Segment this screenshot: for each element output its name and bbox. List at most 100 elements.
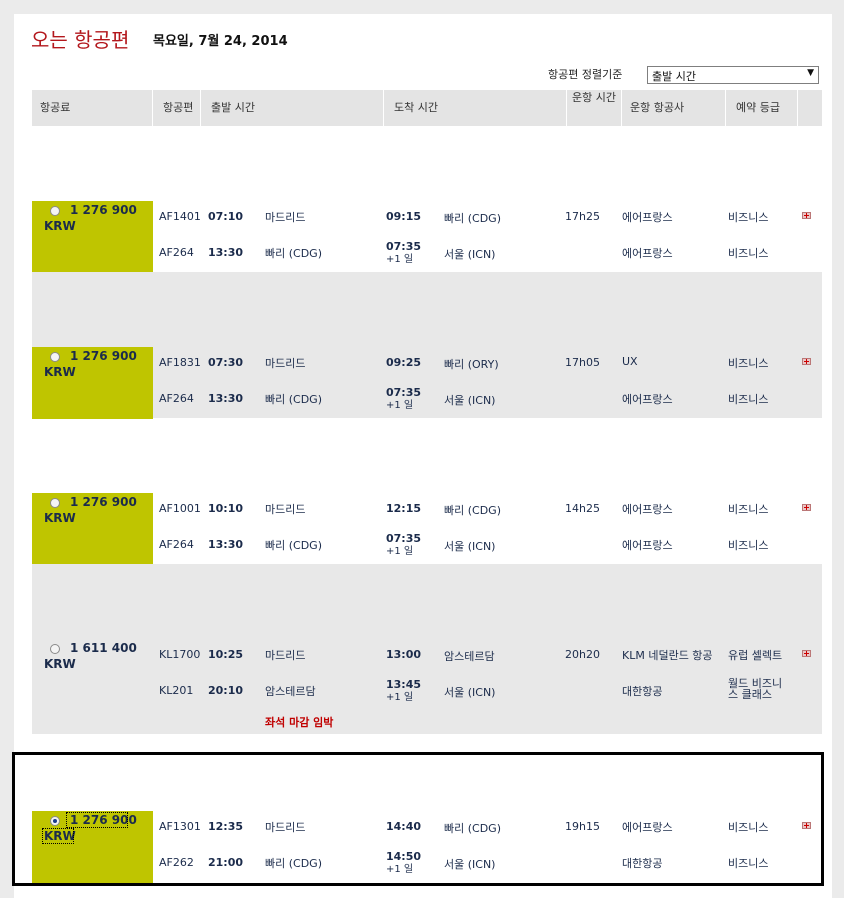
flight-number[interactable]: KL201 (159, 684, 193, 697)
booking-class: 비즈니스 (728, 539, 769, 552)
selected-option-frame (12, 752, 824, 886)
expand-details-icon[interactable] (802, 212, 811, 219)
fare-price[interactable]: 1 276 900 (70, 348, 137, 364)
arrival-time: 09:15 (386, 210, 422, 223)
arrival-time: 12:15 (386, 502, 422, 515)
departure-city: 마드리드 (265, 503, 306, 516)
booking-class: 유럽 셀렉트 (728, 649, 783, 662)
departure-time: 10:10 (208, 502, 244, 515)
header-airline[interactable]: 운항 항공사 (622, 90, 726, 126)
flight-number[interactable]: AF1831 (159, 356, 201, 369)
arrival-city: 빠리 (ORY) (444, 358, 499, 371)
flight-option: 1 611 400 KRW KL1700 10:25 마드리드 13:00 암스테르담 20h… (32, 564, 822, 734)
arrival-day-offset: +1 일 (386, 692, 414, 703)
flight-option: 1 276 900 KRW AF1831 07:30 마드리드 09:25 빠리 (ORY)… (32, 272, 822, 419)
fare-price[interactable]: 1 611 400 (70, 640, 137, 656)
operating-airline: UX (622, 355, 638, 368)
departure-city: 마드리드 (265, 649, 306, 662)
arrival-time: 07:35 (386, 386, 422, 399)
sort-select[interactable]: 출발 시간 ▼ (647, 66, 819, 84)
fare-radio[interactable] (50, 206, 60, 216)
arrival-day-offset: +1 일 (386, 400, 414, 411)
fare-price[interactable]: 1 276 900 (70, 202, 137, 218)
operating-airline: 에어프랑스 (622, 539, 673, 552)
flight-option: 1 276 900 KRW AF1001 10:10 마드리드 12:15 빠리 (CDG)… (32, 418, 822, 565)
departure-time: 13:30 (208, 392, 244, 405)
sort-select-value: 출발 시간 (652, 70, 696, 83)
operating-airline: 에어프랑스 (622, 503, 673, 516)
sort-label: 항공편 정렬기준 (548, 68, 623, 81)
departure-city: 빠리 (CDG) (265, 247, 322, 260)
fare-radio[interactable] (50, 352, 60, 362)
fare-radio[interactable] (50, 498, 60, 508)
arrival-time: 13:00 (386, 648, 422, 661)
operating-airline: 대한항공 (622, 685, 663, 698)
arrival-city: 서울 (ICN) (444, 540, 496, 553)
arrival-day-offset: +1 일 (386, 546, 414, 557)
header-duration[interactable]: 운항 시간 (567, 90, 622, 126)
departure-time: 07:10 (208, 210, 244, 223)
operating-airline: 에어프랑스 (622, 393, 673, 406)
seat-warning: 좌석 마감 임박 (265, 716, 334, 729)
fare-currency: KRW (44, 511, 76, 525)
flight-duration: 20h20 (565, 648, 600, 661)
arrival-city: 서울 (ICN) (444, 394, 496, 407)
results-header: 항공료 항공편 출발 시간 도착 시간 운항 시간 운항 항공사 예약 등급 (32, 90, 822, 126)
booking-class: 비즈니스 (728, 393, 769, 406)
departure-time: 07:30 (208, 356, 244, 369)
expand-details-icon[interactable] (802, 504, 811, 511)
fare-currency: KRW (44, 219, 76, 233)
booking-class: 비즈니스 (728, 211, 769, 224)
departure-city: 마드리드 (265, 211, 306, 224)
arrival-time: 07:35 (386, 532, 422, 545)
header-flight[interactable]: 항공편 (153, 90, 201, 126)
arrival-city: 빠리 (CDG) (444, 504, 501, 517)
flight-number[interactable]: AF264 (159, 392, 194, 405)
travel-date: 목요일, 7월 24, 2014 (153, 34, 288, 49)
expand-details-icon[interactable] (802, 650, 811, 657)
fare-radio[interactable] (50, 644, 60, 654)
arrival-city: 암스테르담 (444, 650, 495, 663)
flight-duration: 17h25 (565, 210, 600, 223)
operating-airline: KLM 네덜란드 항공 (622, 649, 713, 662)
flight-number[interactable]: AF264 (159, 246, 194, 259)
header-fare[interactable]: 항공료 (32, 90, 153, 126)
arrival-city: 빠리 (CDG) (444, 212, 501, 225)
header-class[interactable]: 예약 등급 (726, 90, 798, 126)
departure-time: 13:30 (208, 246, 244, 259)
fare-price[interactable]: 1 276 900 (70, 494, 137, 510)
header-departure[interactable]: 출발 시간 (201, 90, 384, 126)
departure-city: 빠리 (CDG) (265, 393, 322, 406)
flight-number[interactable]: AF1001 (159, 502, 201, 515)
operating-airline: 에어프랑스 (622, 211, 673, 224)
flight-duration: 14h25 (565, 502, 600, 515)
flight-number[interactable]: AF1401 (159, 210, 201, 223)
flight-number[interactable]: KL1700 (159, 648, 200, 661)
departure-time: 20:10 (208, 684, 244, 697)
header-arrival[interactable]: 도착 시간 (384, 90, 567, 126)
booking-class: 월드 비즈니스 클래스 (728, 677, 783, 701)
chevron-down-icon[interactable]: ▼ (807, 68, 814, 78)
fare-currency: KRW (44, 365, 76, 379)
departure-time: 10:25 (208, 648, 244, 661)
flight-option: 1 276 900 KRW AF1401 07:10 마드리드 09:15 빠리 (CDG)… (32, 126, 822, 273)
arrival-city: 서울 (ICN) (444, 248, 496, 261)
arrival-city: 서울 (ICN) (444, 686, 496, 699)
fare-currency: KRW (44, 657, 76, 671)
operating-airline: 에어프랑스 (622, 247, 673, 260)
departure-city: 암스테르담 (265, 685, 316, 698)
arrival-time: 13:45 (386, 678, 422, 691)
departure-city: 마드리드 (265, 357, 306, 370)
departure-city: 빠리 (CDG) (265, 539, 322, 552)
flight-number[interactable]: AF264 (159, 538, 194, 551)
booking-class: 비즈니스 (728, 357, 769, 370)
arrival-time: 07:35 (386, 240, 422, 253)
arrival-time: 09:25 (386, 356, 422, 369)
expand-details-icon[interactable] (802, 358, 811, 365)
page-title: 오는 항공편 (31, 28, 130, 52)
booking-class: 비즈니스 (728, 503, 769, 516)
flight-duration: 17h05 (565, 356, 600, 369)
booking-class: 비즈니스 (728, 247, 769, 260)
departure-time: 13:30 (208, 538, 244, 551)
arrival-day-offset: +1 일 (386, 254, 414, 265)
